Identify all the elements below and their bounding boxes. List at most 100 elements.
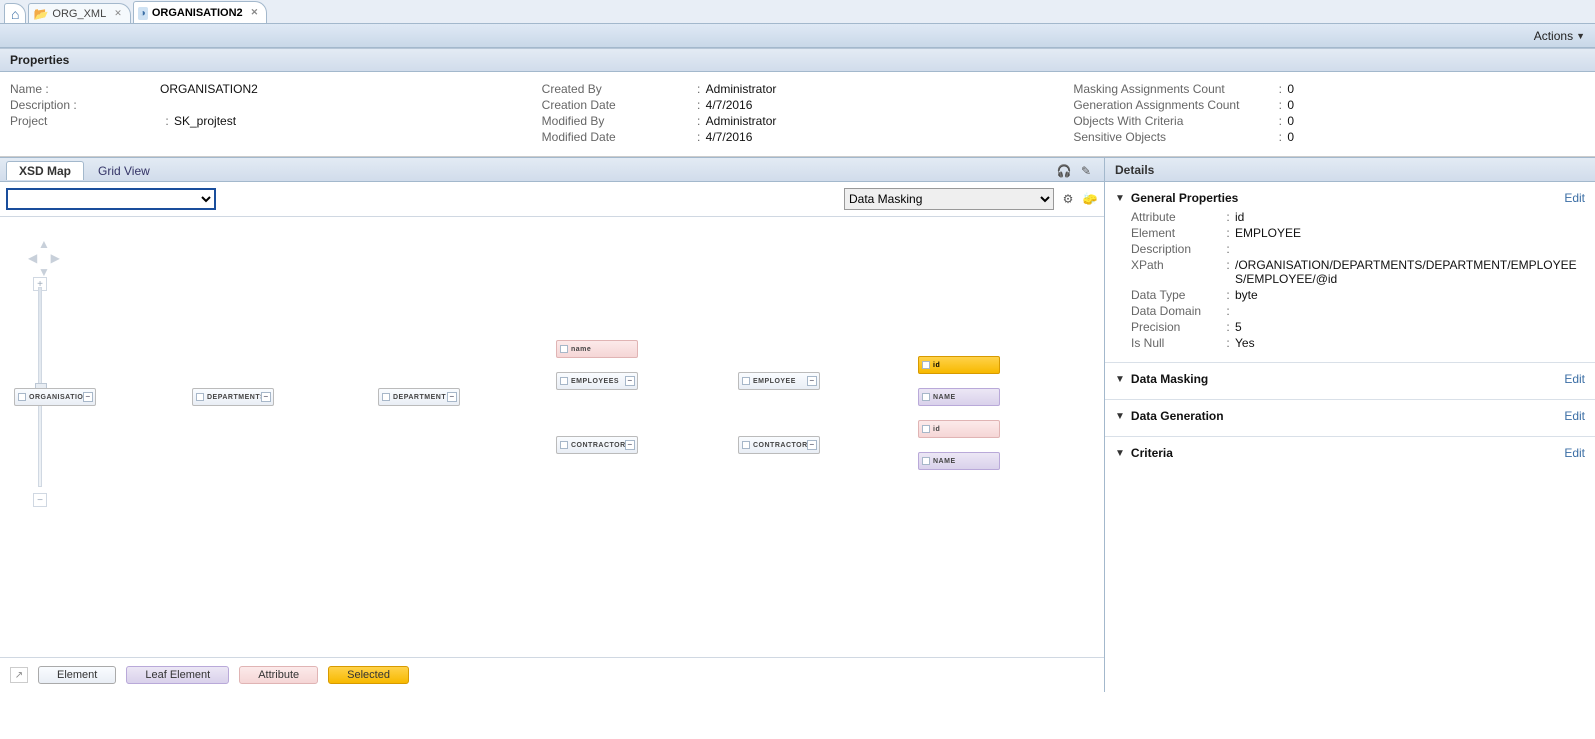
type-label: Data Type — [1131, 288, 1221, 302]
edit-link[interactable]: Edit — [1564, 191, 1585, 205]
node-departments[interactable]: DEPARTMENTS− — [192, 388, 274, 406]
prop-project-value: SK_projtest — [174, 114, 236, 128]
prop-col-3: Masking Assignments Count:0 Generation A… — [1073, 80, 1585, 146]
close-icon[interactable]: ✕ — [114, 8, 122, 19]
section-title: Data Generation — [1131, 409, 1224, 423]
edit-link[interactable]: Edit — [1564, 446, 1585, 460]
node-employee-id-selected[interactable]: id — [918, 356, 1000, 374]
domain-label: Data Domain — [1131, 304, 1221, 318]
prop-critcount-label: Objects With Criteria — [1073, 114, 1273, 128]
legend-selected: Selected — [328, 666, 409, 684]
node-department[interactable]: DEPARTMENT− — [378, 388, 460, 406]
prop-modifieddate-label: Modified Date — [542, 130, 692, 144]
caret-down-icon[interactable]: ▼ — [1115, 448, 1125, 459]
tab-label: ORG_XML — [52, 8, 106, 20]
tab-org-xml[interactable]: ORG_XML ✕ — [28, 3, 130, 23]
prop-gencount-label: Generation Assignments Count — [1073, 98, 1273, 112]
tab-xsd-map[interactable]: XSD Map — [6, 161, 84, 180]
folder-icon — [33, 7, 48, 21]
section-title: Data Masking — [1131, 372, 1208, 386]
node-organisation[interactable]: ORGANISATION− — [14, 388, 96, 406]
attr-value: id — [1235, 210, 1585, 224]
edit-icon[interactable]: ✎ — [1078, 163, 1094, 179]
properties-panel: Name :ORGANISATION2 Description : Projec… — [0, 72, 1595, 157]
execute-icon[interactable]: ⚙ — [1060, 191, 1076, 207]
section-general: ▼ General Properties Edit Attribute:id E… — [1105, 182, 1595, 363]
zoom-out-button[interactable]: − — [33, 493, 47, 507]
close-icon[interactable]: ✕ — [251, 7, 259, 18]
prop-modifiedby-label: Modified By — [542, 114, 692, 128]
element-value: EMPLOYEE — [1235, 226, 1585, 240]
section-masking: ▼ Data Masking Edit — [1105, 363, 1595, 400]
prop-sens-label: Sensitive Objects — [1073, 130, 1273, 144]
desc-label: Description — [1131, 242, 1221, 256]
legend-element: Element — [38, 666, 116, 684]
section-generation: ▼ Data Generation Edit — [1105, 400, 1595, 437]
node-contractor-name[interactable]: NAME — [918, 452, 1000, 470]
caret-down-icon[interactable]: ▼ — [1115, 411, 1125, 422]
prop-maskcount-label: Masking Assignments Count — [1073, 82, 1273, 96]
domain-value — [1235, 304, 1585, 318]
zoom-slider[interactable] — [38, 287, 42, 487]
eraser-icon[interactable]: 🧽 — [1082, 191, 1098, 207]
prop-sens-value: 0 — [1287, 130, 1294, 144]
desc-value — [1235, 242, 1585, 256]
section-title: Criteria — [1131, 446, 1173, 460]
tab-organisation2[interactable]: ORGANISATION2 ✕ — [133, 1, 267, 23]
headphones-icon[interactable]: 🎧 — [1056, 163, 1072, 179]
top-tabs-bar: ORG_XML ✕ ORGANISATION2 ✕ — [0, 0, 1595, 24]
section-title: General Properties — [1131, 191, 1238, 205]
attr-label: Attribute — [1131, 210, 1221, 224]
actions-menu[interactable]: Actions ▼ — [1534, 29, 1585, 43]
chevron-down-icon: ▼ — [1576, 31, 1585, 41]
caret-down-icon[interactable]: ▼ — [1115, 193, 1125, 204]
prop-creationdate-label: Creation Date — [542, 98, 692, 112]
home-tab[interactable] — [4, 3, 26, 23]
node-contractors[interactable]: CONTRACTORS− — [556, 436, 638, 454]
prec-label: Precision — [1131, 320, 1221, 334]
prop-desc-label: Description : — [10, 98, 160, 112]
tab-label: ORGANISATION2 — [152, 7, 243, 19]
prop-project-label: Project — [10, 114, 160, 128]
prop-createdby-label: Created By — [542, 82, 692, 96]
node-contractor[interactable]: CONTRACTOR− — [738, 436, 820, 454]
section-criteria: ▼ Criteria Edit — [1105, 437, 1595, 473]
node-employee-name[interactable]: NAME — [918, 388, 1000, 406]
properties-header: Properties — [0, 48, 1595, 72]
node-contractor-id[interactable]: id — [918, 420, 1000, 438]
edit-link[interactable]: Edit — [1564, 372, 1585, 386]
search-dropdown[interactable] — [6, 188, 216, 210]
home-icon — [11, 6, 19, 22]
prop-col-2: Created By:Administrator Creation Date:4… — [542, 80, 1054, 146]
type-value: byte — [1235, 288, 1585, 302]
prop-createdby-value: Administrator — [706, 82, 777, 96]
node-employees[interactable]: EMPLOYEES− — [556, 372, 638, 390]
prop-name-value: ORGANISATION2 — [160, 82, 258, 96]
null-label: Is Null — [1131, 336, 1221, 350]
prop-name-label: Name : — [10, 82, 160, 96]
canvas[interactable]: ▲ ◀ ▶ ▼ + − — [0, 217, 1104, 657]
tab-grid-view[interactable]: Grid View — [86, 162, 162, 180]
xpath-value: /ORGANISATION/DEPARTMENTS/DEPARTMENT/EMP… — [1235, 258, 1585, 286]
prec-value: 5 — [1235, 320, 1585, 334]
edit-link[interactable]: Edit — [1564, 409, 1585, 423]
right-panel: Details ▼ General Properties Edit Attrib… — [1105, 158, 1595, 692]
prop-gencount-value: 0 — [1287, 98, 1294, 112]
element-label: Element — [1131, 226, 1221, 240]
search-row: Data Masking ⚙ 🧽 — [0, 182, 1104, 217]
prop-modifieddate-value: 4/7/2016 — [706, 130, 753, 144]
mode-dropdown[interactable]: Data Masking — [844, 188, 1054, 210]
left-panel: XSD Map Grid View 🎧 ✎ Data Masking ⚙ 🧽 ▲ — [0, 158, 1105, 692]
view-tabs: XSD Map Grid View 🎧 ✎ — [0, 158, 1104, 182]
nav-pad[interactable]: ▲ ◀ ▶ ▼ — [28, 237, 60, 279]
details-header: Details — [1105, 158, 1595, 182]
actions-label: Actions — [1534, 29, 1573, 43]
node-name-attr[interactable]: name — [556, 340, 638, 358]
xsd-icon — [138, 7, 148, 19]
caret-down-icon[interactable]: ▼ — [1115, 374, 1125, 385]
legend: ↗ Element Leaf Element Attribute Selecte… — [0, 657, 1104, 692]
export-icon[interactable]: ↗ — [10, 667, 28, 683]
node-employee[interactable]: EMPLOYEE− — [738, 372, 820, 390]
legend-attribute: Attribute — [239, 666, 318, 684]
null-value: Yes — [1235, 336, 1585, 350]
